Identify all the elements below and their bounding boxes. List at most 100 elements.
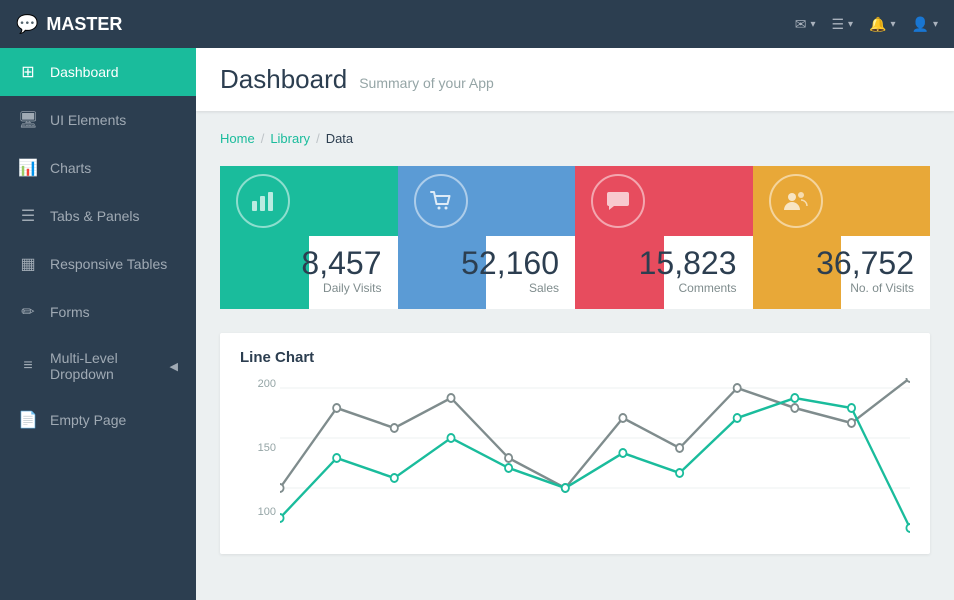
sidebar-item-multi-level[interactable]: ≡ Multi-Level Dropdown ◀ — [0, 336, 196, 396]
brand-name: MASTER — [46, 14, 122, 35]
stat-card-top-red — [575, 166, 753, 236]
dot-teal — [791, 394, 798, 402]
menu-chevron-icon: ▾ — [848, 19, 853, 30]
dot-gray — [447, 394, 454, 402]
sidebar-item-label: Dashboard — [50, 64, 178, 80]
dashboard-icon: ⊞ — [18, 62, 38, 82]
bell-chevron-icon: ▾ — [891, 19, 896, 30]
dot-teal — [333, 454, 340, 462]
sidebar-item-label: Charts — [50, 160, 178, 176]
no-of-visits-label: No. of Visits — [850, 281, 914, 295]
sidebar-item-label: Forms — [50, 304, 178, 320]
dot-gray — [391, 424, 398, 432]
dot-teal — [734, 414, 741, 422]
stat-card-daily-visits: 8,457 Daily Visits — [220, 166, 398, 309]
dot-gray — [280, 484, 284, 492]
dot-gray — [791, 404, 798, 412]
multilevel-icon: ≡ — [18, 357, 38, 375]
content-area: Dashboard Summary of your App Home / Lib… — [196, 48, 954, 600]
sidebar-item-label: Tabs & Panels — [50, 208, 178, 224]
dot-teal — [562, 484, 569, 492]
line-chart-svg — [280, 378, 910, 538]
monitor-icon: 🖥 — [18, 110, 38, 130]
stat-card-no-of-visits: 36,752 No. of Visits — [753, 166, 931, 309]
dot-gray — [906, 378, 910, 382]
stat-card-top-blue — [398, 166, 576, 236]
comments-icon-circle — [591, 174, 645, 228]
sidebar-item-empty-page[interactable]: 📄 Empty Page — [0, 396, 196, 444]
no-of-visits-value: 36,752 — [816, 246, 914, 281]
breadcrumb: Home / Library / Data — [220, 131, 930, 146]
dot-teal — [906, 524, 910, 532]
dot-teal — [676, 469, 683, 477]
bell-icon: 🔔 — [869, 16, 886, 33]
bell-nav-button[interactable]: 🔔 ▾ — [869, 16, 895, 33]
dot-teal — [280, 514, 284, 522]
dot-teal — [848, 404, 855, 412]
breadcrumb-library[interactable]: Library — [270, 131, 310, 146]
users-icon — [782, 187, 810, 215]
sidebar-item-forms[interactable]: ✏ Forms — [0, 288, 196, 336]
stat-card-bottom-orange: 36,752 No. of Visits — [753, 236, 931, 309]
chart-y-labels: 200 150 100 — [240, 378, 276, 518]
dot-teal — [447, 434, 454, 442]
breadcrumb-sep-2: / — [316, 131, 320, 146]
dot-teal — [391, 474, 398, 482]
chart-y-label-150: 150 — [240, 442, 276, 454]
menu-nav-button[interactable]: ☰ ▾ — [831, 16, 853, 33]
sidebar-item-tabs-panels[interactable]: ☰ Tabs & Panels — [0, 192, 196, 240]
cart-icon — [427, 187, 455, 215]
dot-gray — [848, 419, 855, 427]
arrow-icon: ◀ — [170, 360, 178, 373]
chart-series-teal — [280, 398, 910, 528]
user-icon: 👤 — [912, 16, 929, 33]
table-icon: ▦ — [18, 254, 38, 274]
dot-gray — [676, 444, 683, 452]
comments-value: 15,823 — [639, 246, 737, 281]
content-header: Dashboard Summary of your App — [196, 48, 954, 111]
sales-icon-circle — [414, 174, 468, 228]
brand-logo: 💬 MASTER — [16, 14, 122, 35]
daily-visits-value: 8,457 — [301, 246, 381, 281]
chart-section: Line Chart 200 150 100 — [220, 333, 930, 554]
page-title: Dashboard — [220, 64, 347, 95]
main-layout: ▶ ⊞ Dashboard 🖥 UI Elements 📊 Charts ☰ T… — [0, 48, 954, 600]
sidebar-item-ui-elements[interactable]: 🖥 UI Elements — [0, 96, 196, 144]
sidebar-item-label: Responsive Tables — [50, 256, 178, 272]
daily-visits-label: Daily Visits — [323, 281, 381, 295]
form-icon: ✏ — [18, 302, 38, 322]
chart-y-label-200: 200 — [240, 378, 276, 390]
sales-value: 52,160 — [461, 246, 559, 281]
sidebar-item-dashboard[interactable]: ⊞ Dashboard — [0, 48, 196, 96]
chart-svg-wrapper — [280, 378, 910, 538]
comments-label: Comments — [678, 281, 736, 295]
stat-card-bottom-blue: 52,160 Sales — [398, 236, 576, 309]
brand-icon: 💬 — [16, 14, 38, 35]
stat-card-bottom-green: 8,457 Daily Visits — [220, 236, 398, 309]
line-chart-container: 200 150 100 — [240, 378, 910, 538]
sidebar-item-label: Multi-Level Dropdown — [50, 350, 158, 382]
sidebar-item-charts[interactable]: 📊 Charts — [0, 144, 196, 192]
stat-card-sales: 52,160 Sales — [398, 166, 576, 309]
stat-card-top-green — [220, 166, 398, 236]
chart-icon: 📊 — [18, 158, 38, 178]
dot-gray — [505, 454, 512, 462]
chart-title: Line Chart — [240, 349, 910, 366]
email-nav-button[interactable]: ✉ ▾ — [795, 16, 816, 33]
dot-gray — [734, 384, 741, 392]
breadcrumb-home[interactable]: Home — [220, 131, 255, 146]
user-nav-button[interactable]: 👤 ▾ — [912, 16, 938, 33]
dot-teal — [619, 449, 626, 457]
stat-card-comments: 15,823 Comments — [575, 166, 753, 309]
sidebar-item-label: UI Elements — [50, 112, 178, 128]
bar-chart-icon — [249, 187, 277, 215]
page-subtitle: Summary of your App — [359, 75, 494, 91]
content-body: Home / Library / Data — [196, 111, 954, 574]
top-nav-actions: ✉ ▾ ☰ ▾ 🔔 ▾ 👤 ▾ — [795, 16, 938, 33]
user-chevron-icon: ▾ — [933, 19, 938, 30]
sidebar-item-responsive-tables[interactable]: ▦ Responsive Tables — [0, 240, 196, 288]
chart-y-label-100: 100 — [240, 506, 276, 518]
dot-gray — [619, 414, 626, 422]
sidebar-item-label: Empty Page — [50, 412, 178, 428]
sales-label: Sales — [529, 281, 559, 295]
